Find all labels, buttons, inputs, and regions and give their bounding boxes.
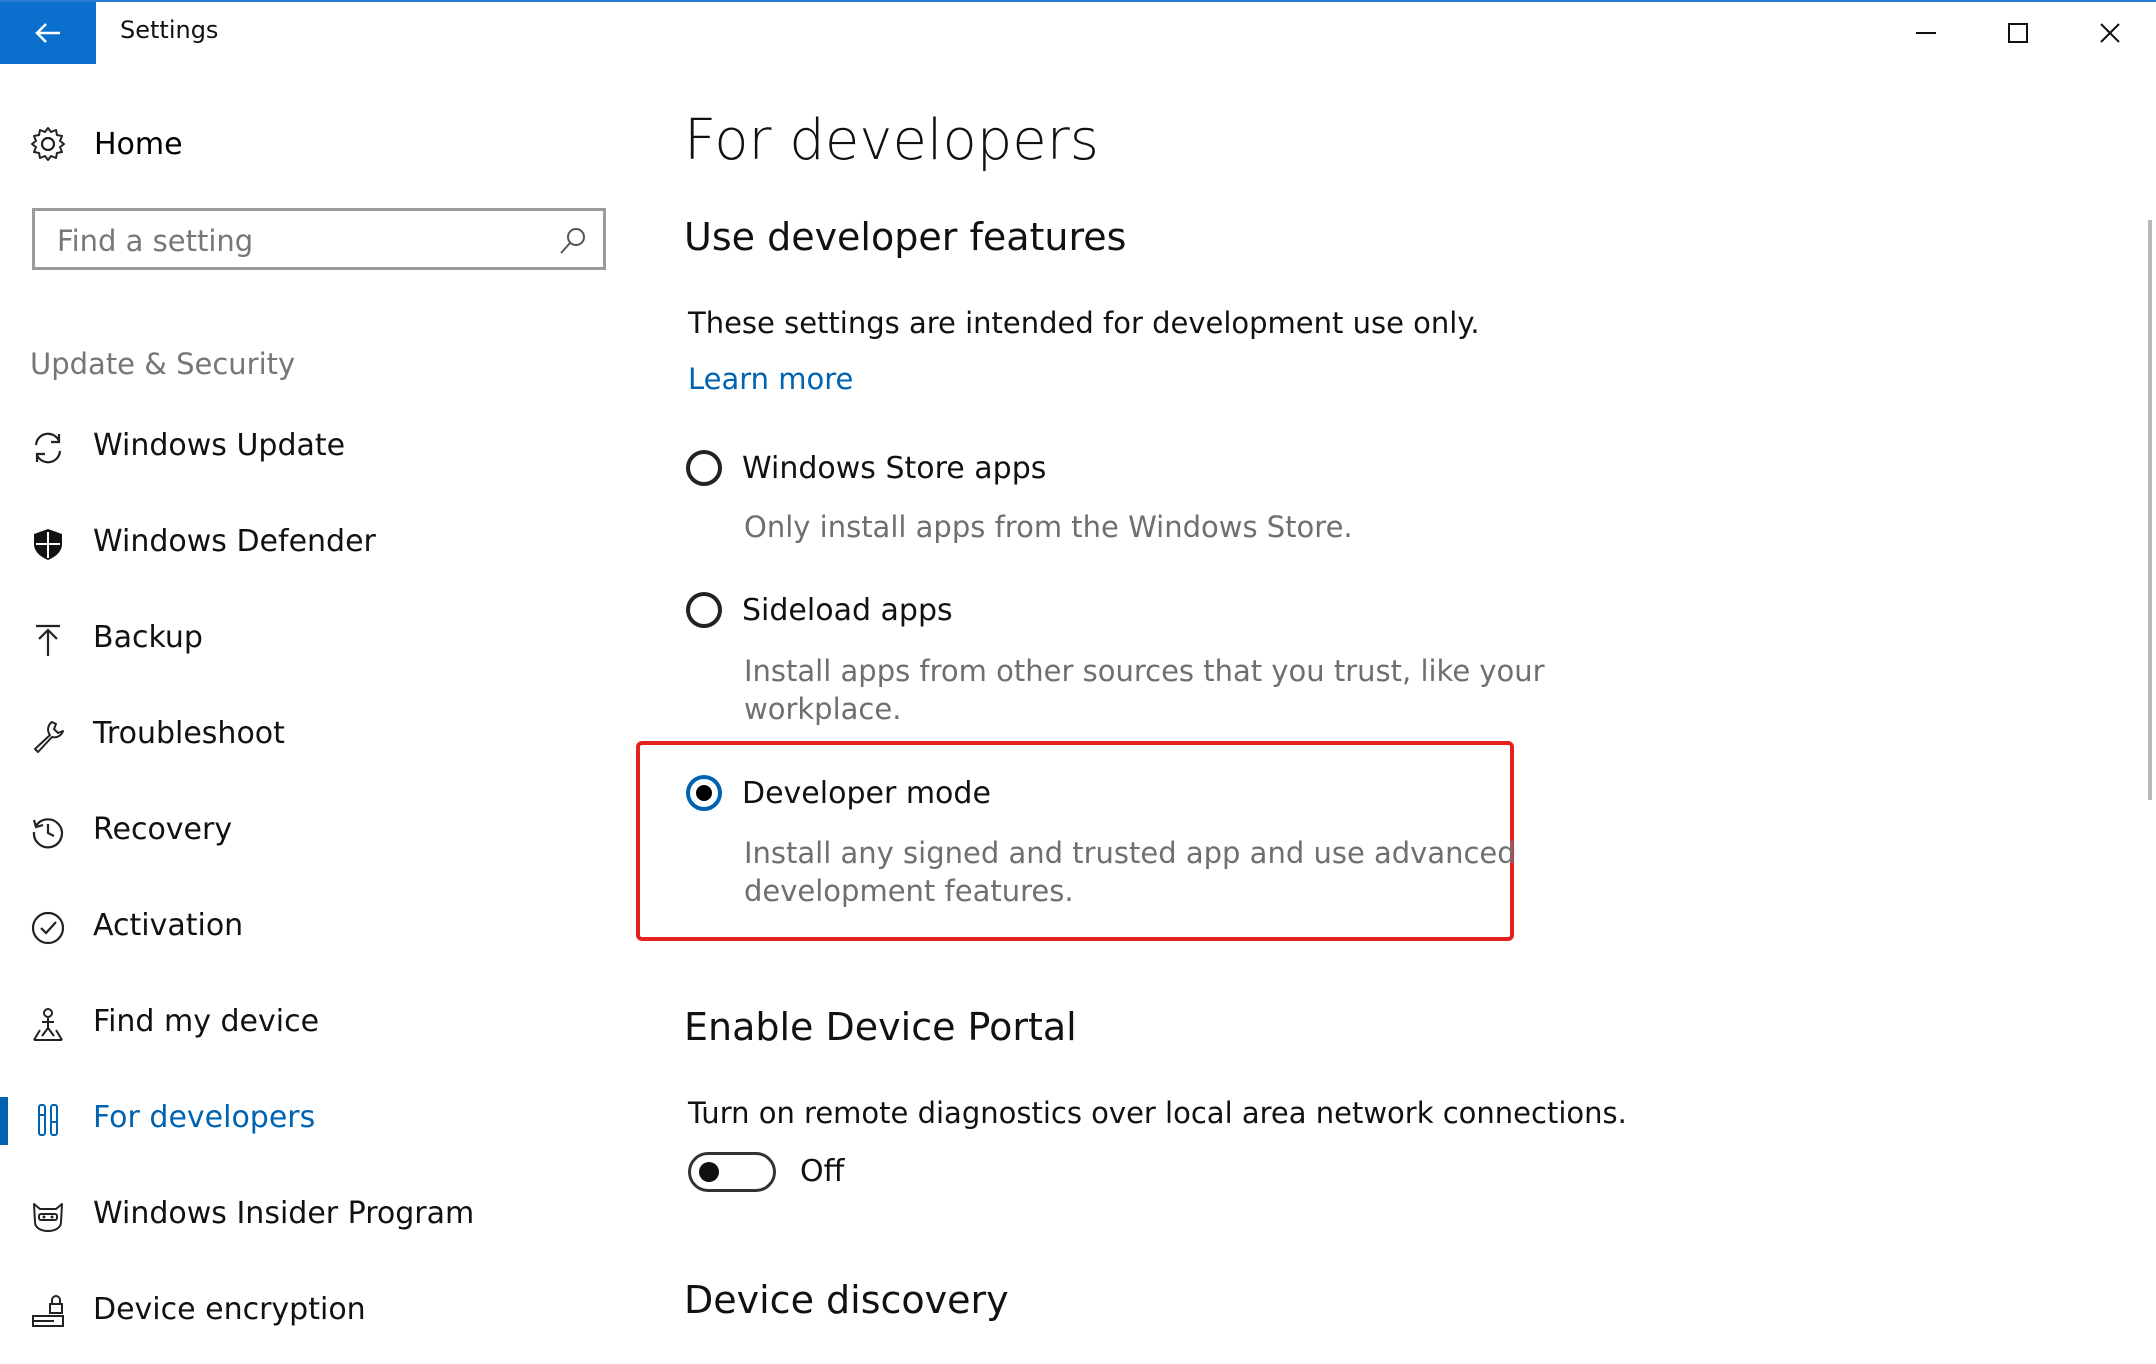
radio-description: Only install apps from the Windows Store… — [744, 510, 1353, 544]
sidebar-item-activation[interactable]: Activation — [0, 893, 620, 963]
radio-windows-store-apps[interactable]: Windows Store apps — [686, 450, 1046, 486]
sidebar-item-windows-insider[interactable]: Windows Insider Program — [0, 1181, 620, 1251]
person-location-icon — [33, 1008, 63, 1041]
intro-text: These settings are intended for developm… — [688, 306, 1480, 340]
sidebar-item-label: Windows Insider Program — [93, 1196, 475, 1231]
minimize-button[interactable] — [1880, 2, 1972, 64]
home-label: Home — [94, 126, 183, 162]
section-heading-device-portal: Enable Device Portal — [684, 1005, 1077, 1049]
back-arrow-icon — [35, 23, 60, 43]
radio-developer-mode[interactable]: Developer mode — [686, 775, 991, 811]
maximize-icon — [2008, 23, 2028, 43]
sidebar-item-label: Recovery — [93, 812, 233, 847]
sidebar-item-windows-defender[interactable]: Windows Defender — [0, 509, 620, 579]
section-heading-developer-features: Use developer features — [684, 215, 1127, 259]
sidebar-item-for-developers[interactable]: For developers — [0, 1085, 620, 1155]
sidebar-item-label: Windows Defender — [93, 524, 376, 559]
close-button[interactable] — [2064, 2, 2156, 64]
search-input[interactable]: Find a setting — [32, 208, 606, 270]
sidebar-item-device-encryption[interactable]: Device encryption — [0, 1277, 620, 1347]
toggle-state-label: Off — [800, 1154, 845, 1189]
search-icon[interactable] — [557, 225, 589, 257]
sidebar-item-label: Find my device — [93, 1004, 320, 1039]
upload-arrow-icon — [36, 624, 60, 656]
toggle-knob — [699, 1162, 719, 1182]
close-icon — [2100, 23, 2120, 43]
radio-button[interactable] — [686, 592, 722, 628]
maximize-button[interactable] — [1972, 2, 2064, 64]
search-placeholder: Find a setting — [57, 224, 254, 258]
sidebar-item-troubleshoot[interactable]: Troubleshoot — [0, 701, 620, 771]
radio-sideload-apps[interactable]: Sideload apps — [686, 592, 953, 628]
device-portal-description: Turn on remote diagnostics over local ar… — [688, 1096, 1627, 1130]
radio-label: Windows Store apps — [742, 450, 1047, 486]
back-button[interactable] — [0, 2, 96, 64]
sidebar-item-label: Troubleshoot — [93, 716, 285, 751]
radio-label: Sideload apps — [742, 592, 953, 628]
sidebar-item-label: Device encryption — [93, 1292, 366, 1327]
sidebar-item-recovery[interactable]: Recovery — [0, 797, 620, 867]
sidebar-item-find-my-device[interactable]: Find my device — [0, 989, 620, 1059]
radio-button[interactable] — [686, 450, 722, 486]
sidebar-item-label: Activation — [93, 908, 244, 943]
title-bar: Settings — [0, 0, 2156, 64]
sidebar-item-label: Backup — [93, 620, 203, 655]
radio-button-selected[interactable] — [686, 775, 722, 811]
shield-icon — [34, 529, 62, 560]
drive-lock-icon — [32, 1295, 64, 1327]
check-circle-icon — [31, 911, 65, 945]
section-header: Update & Security — [30, 347, 296, 381]
sidebar-item-label: Windows Update — [93, 428, 346, 463]
sidebar-item-windows-update[interactable]: Windows Update — [0, 413, 620, 483]
gear-icon — [31, 127, 65, 161]
developer-tools-icon — [38, 1104, 58, 1136]
wrench-icon — [34, 721, 64, 753]
ninja-cat-icon — [33, 1203, 63, 1232]
radio-label: Developer mode — [742, 775, 991, 811]
device-portal-toggle[interactable] — [688, 1152, 776, 1192]
radio-description: Install any signed and trusted app and u… — [744, 836, 1516, 908]
learn-more-link[interactable]: Learn more — [688, 362, 853, 396]
page-title: For developers — [684, 108, 1099, 173]
home-link[interactable]: Home — [30, 118, 183, 170]
sidebar-item-backup[interactable]: Backup — [0, 605, 620, 675]
sidebar-item-label: For developers — [93, 1100, 316, 1135]
history-icon — [32, 818, 64, 849]
app-title: Settings — [120, 16, 219, 44]
scrollbar[interactable] — [2148, 220, 2152, 800]
section-heading-device-discovery: Device discovery — [684, 1278, 1009, 1322]
sync-icon — [34, 432, 62, 464]
minimize-icon — [1916, 32, 1936, 34]
radio-description: Install apps from other sources that you… — [744, 654, 1545, 726]
